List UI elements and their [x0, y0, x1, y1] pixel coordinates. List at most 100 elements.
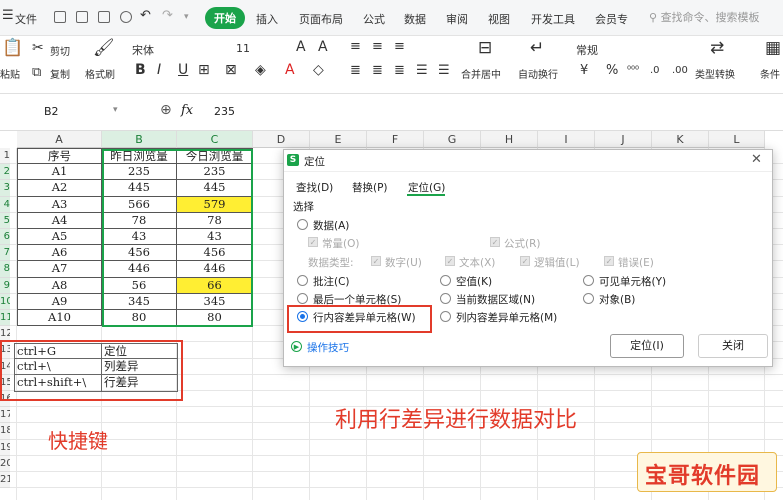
wrap-text-icon[interactable]: ↵	[530, 40, 544, 57]
tab-home[interactable]: 开始	[205, 7, 245, 29]
tab-replace[interactable]: 替换(P)	[352, 180, 388, 195]
table-cell[interactable]: 80	[177, 310, 253, 327]
table-cell[interactable]: A7	[17, 261, 102, 278]
table-cell[interactable]: 56	[102, 277, 177, 294]
table-cell[interactable]: A6	[17, 245, 102, 262]
align-left-icon[interactable]: ≣	[350, 62, 361, 79]
tab-data[interactable]: 数据	[404, 11, 426, 27]
tab-find[interactable]: 查找(D)	[296, 180, 333, 195]
table-header-cell[interactable]: 昨日浏览量	[102, 148, 177, 165]
checkbox-text[interactable]: ✓	[445, 256, 455, 266]
table-cell[interactable]: 66	[177, 277, 253, 294]
column-header-G[interactable]: G	[424, 131, 481, 148]
table-cell[interactable]: 566	[102, 196, 177, 213]
table-cell[interactable]: A2	[17, 180, 102, 197]
table-cell[interactable]: 446	[177, 261, 253, 278]
table-cell[interactable]: A3	[17, 196, 102, 213]
menu-file[interactable]: 文件	[15, 11, 37, 27]
table-cell[interactable]: A9	[17, 293, 102, 310]
redo-icon[interactable]: ↷	[162, 8, 173, 23]
preview-icon[interactable]	[120, 11, 132, 23]
table-cell[interactable]: A10	[17, 310, 102, 327]
paste-label[interactable]: 粘贴	[0, 66, 20, 81]
close-button[interactable]: 关闭	[698, 334, 768, 358]
export-icon[interactable]	[76, 11, 88, 23]
checkbox-error[interactable]: ✓	[604, 256, 614, 266]
zoom-icon[interactable]: ⊕	[160, 102, 172, 118]
column-header-J[interactable]: J	[595, 131, 652, 148]
fill-color-icon[interactable]: ◈	[255, 62, 266, 79]
table-cell[interactable]: 345	[177, 293, 253, 310]
row-header-9[interactable]: 9	[0, 277, 10, 294]
radio-col-diff[interactable]	[440, 311, 451, 322]
row-header-7[interactable]: 7	[0, 245, 10, 262]
font-shrink-icon[interactable]: A	[318, 39, 328, 56]
fx-icon[interactable]: fx	[181, 103, 193, 118]
table-cell[interactable]: 78	[102, 212, 177, 229]
cut-button[interactable]: 剪切	[50, 43, 70, 58]
table-header-cell[interactable]: 序号	[17, 148, 102, 165]
tab-view[interactable]: 视图	[488, 11, 510, 27]
column-header-D[interactable]: D	[253, 131, 310, 148]
column-header-C[interactable]: C	[177, 131, 253, 148]
radio-comment[interactable]	[297, 275, 308, 286]
print-icon[interactable]	[98, 11, 110, 23]
row-header-17[interactable]: 17	[0, 407, 10, 424]
conditional-format-icon[interactable]: ▦	[765, 40, 781, 57]
percent-button[interactable]: %	[606, 62, 618, 79]
table-cell[interactable]: 80	[102, 310, 177, 327]
column-header-I[interactable]: I	[538, 131, 595, 148]
formula-input[interactable]: 235	[214, 105, 235, 118]
radio-last-cell[interactable]	[297, 293, 308, 304]
goto-button[interactable]: 定位(I)	[610, 334, 684, 358]
font-color-icon[interactable]: A	[285, 62, 295, 79]
table-cell[interactable]: A1	[17, 164, 102, 181]
row-header-20[interactable]: 20	[0, 455, 10, 472]
table-cell[interactable]: A5	[17, 229, 102, 246]
copy-icon[interactable]: ⧉	[32, 64, 41, 81]
row-header-21[interactable]: 21	[0, 472, 10, 489]
checkbox-constant[interactable]: ✓	[308, 237, 318, 247]
row-header-2[interactable]: 2	[0, 164, 10, 181]
search-input[interactable]: ⚲ 查找命令、搜索模板	[643, 8, 783, 28]
distribute-icon[interactable]: ☰	[438, 62, 450, 79]
align-bottom-icon[interactable]: ≡	[394, 38, 405, 55]
table-cell[interactable]: 78	[177, 212, 253, 229]
eraser-icon[interactable]: ◇	[313, 62, 324, 79]
save-icon[interactable]	[54, 11, 66, 23]
table-cell[interactable]: 579	[177, 196, 253, 213]
tab-formula[interactable]: 公式	[363, 11, 385, 27]
table-cell[interactable]: 235	[102, 164, 177, 181]
comma-style-icon[interactable]: ⁰⁰⁰	[627, 62, 639, 79]
tab-insert[interactable]: 插入	[256, 11, 278, 27]
column-header-F[interactable]: F	[367, 131, 424, 148]
tips-link[interactable]: 操作技巧	[307, 340, 349, 355]
increase-decimal-icon[interactable]: .0	[650, 62, 660, 79]
tab-page-layout[interactable]: 页面布局	[299, 11, 343, 27]
radio-object[interactable]	[583, 293, 594, 304]
format-painter-icon[interactable]: 🖌	[93, 40, 115, 57]
font-name-select[interactable]: 宋体	[132, 42, 222, 58]
underline-button[interactable]: U	[178, 62, 188, 79]
row-header-6[interactable]: 6	[0, 229, 10, 246]
radio-blank[interactable]	[440, 275, 451, 286]
name-box[interactable]: B2	[44, 105, 59, 118]
tab-member[interactable]: 会员专	[595, 11, 628, 27]
table-cell[interactable]: 456	[177, 245, 253, 262]
decrease-decimal-icon[interactable]: .00	[672, 62, 688, 79]
checkbox-logical[interactable]: ✓	[520, 256, 530, 266]
radio-data[interactable]	[297, 219, 308, 230]
copy-button[interactable]: 复制	[50, 66, 70, 81]
italic-button[interactable]: I	[157, 62, 161, 79]
table-cell[interactable]: 445	[102, 180, 177, 197]
align-middle-icon[interactable]: ≡	[372, 38, 383, 55]
type-convert-icon[interactable]: ⇄	[710, 40, 724, 57]
align-top-icon[interactable]: ≡	[350, 38, 361, 55]
wrap-text-button[interactable]: 自动换行	[518, 66, 558, 81]
hamburger-icon[interactable]: ☰	[2, 8, 14, 23]
column-header-B[interactable]: B	[102, 131, 177, 148]
chevron-down-icon[interactable]: ▾	[184, 12, 189, 22]
table-cell[interactable]: 43	[102, 229, 177, 246]
column-header-L[interactable]: L	[709, 131, 765, 148]
row-header-5[interactable]: 5	[0, 212, 10, 229]
